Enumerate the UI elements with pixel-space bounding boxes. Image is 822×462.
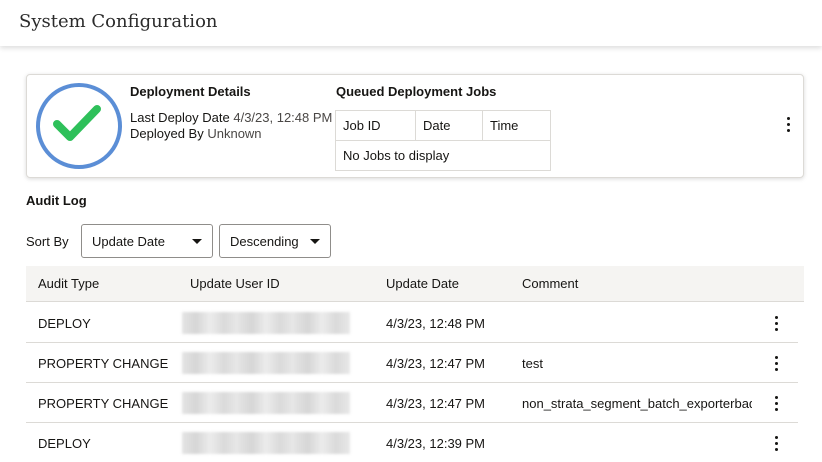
queued-jobs-table: Job ID Date Time No Jobs to display [335,110,551,171]
column-header-comment[interactable]: Comment [522,276,578,291]
column-header-job-id[interactable]: Job ID [336,111,416,140]
last-deploy-date-label: Last Deploy Date [130,110,230,125]
redacted-user-id [182,352,350,374]
table-row[interactable]: DEPLOY 4/3/23, 12:39 PM [26,423,798,462]
comment-cell: test [522,356,543,371]
deployed-by-label: Deployed By [130,126,204,141]
column-header-update-user-id[interactable]: Update User ID [190,276,280,291]
update-date-cell: 4/3/23, 12:47 PM [386,396,486,411]
deployment-details-heading: Deployment Details [130,84,251,99]
column-header-update-date[interactable]: Update Date [386,276,459,291]
page-title: System Configuration [19,11,218,32]
row-more-menu-icon[interactable] [767,352,785,374]
row-more-menu-icon[interactable] [767,312,785,334]
audit-log-heading: Audit Log [26,193,87,208]
audit-log-header: Audit Type Update User ID Update Date Co… [26,266,804,302]
chevron-down-icon [192,239,202,244]
sort-by-label: Sort By [26,234,69,249]
sort-order-select[interactable]: Descending [219,224,331,258]
redacted-user-id [182,392,350,414]
deployment-card: Deployment Details Last Deploy Date 4/3/… [26,74,804,178]
table-row[interactable]: DEPLOY 4/3/23, 12:48 PM [26,303,798,343]
no-jobs-message: No Jobs to display [343,148,450,163]
column-header-time[interactable]: Time [483,111,550,140]
last-deploy-date-value: 4/3/23, 12:48 PM [233,110,333,125]
sort-field-value: Update Date [92,234,165,249]
table-row[interactable]: PROPERTY CHANGE 4/3/23, 12:47 PM non_str… [26,383,798,423]
table-row[interactable]: PROPERTY CHANGE 4/3/23, 12:47 PM test [26,343,798,383]
redacted-user-id [182,312,350,334]
check-circle-icon [53,105,101,141]
column-header-audit-type[interactable]: Audit Type [38,276,99,291]
sort-order-value: Descending [230,234,299,249]
audit-type-cell: PROPERTY CHANGE [38,356,169,371]
chevron-down-icon [310,239,320,244]
deployment-status-badge [36,83,122,169]
row-more-menu-icon[interactable] [767,432,785,454]
last-deploy-date: Last Deploy Date 4/3/23, 12:48 PM [130,110,332,125]
deployed-by-value: Unknown [207,126,262,141]
row-more-menu-icon[interactable] [767,392,785,414]
deployed-by: Deployed By Unknown [130,126,262,141]
queued-jobs-header: Job ID Date Time [336,111,550,141]
update-date-cell: 4/3/23, 12:48 PM [386,316,486,331]
update-date-cell: 4/3/23, 12:39 PM [386,436,486,451]
sort-field-select[interactable]: Update Date [81,224,213,258]
queued-jobs-heading: Queued Deployment Jobs [336,84,497,99]
audit-type-cell: DEPLOY [38,316,91,331]
column-header-date[interactable]: Date [416,111,483,140]
top-bar: System Configuration [0,0,822,46]
update-date-cell: 4/3/23, 12:47 PM [386,356,486,371]
audit-type-cell: PROPERTY CHANGE [38,396,169,411]
audit-type-cell: DEPLOY [38,436,91,451]
audit-log-table: Audit Type Update User ID Update Date Co… [26,266,804,462]
redacted-user-id [182,432,350,454]
comment-cell: non_strata_segment_batch_exporterbad [522,396,752,411]
deployment-more-menu-icon[interactable] [779,113,797,135]
